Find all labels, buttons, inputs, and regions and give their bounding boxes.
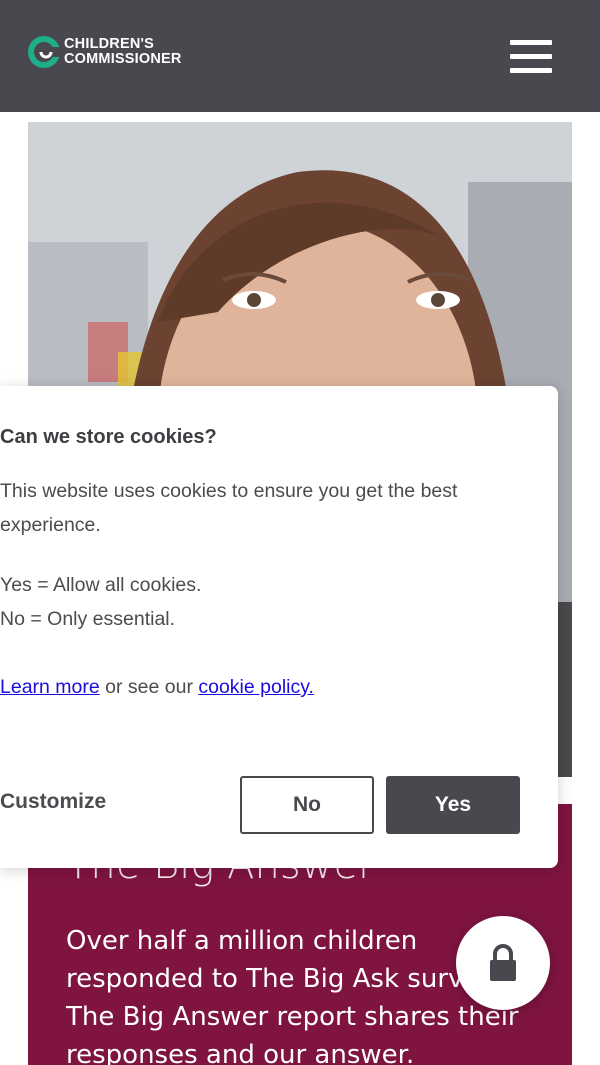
- cookie-policy-link[interactable]: cookie policy.: [198, 676, 314, 698]
- learn-more-link[interactable]: Learn more: [0, 676, 100, 698]
- customize-button[interactable]: Customize: [0, 790, 106, 814]
- cookie-no-explanation: No = Only essential.: [0, 608, 176, 630]
- logo-line-2: COMMISSIONER: [64, 51, 182, 67]
- hamburger-menu-icon[interactable]: [510, 40, 554, 74]
- lock-icon: [490, 944, 516, 981]
- or-see-text: or see our: [99, 676, 199, 698]
- cookie-description: This website uses cookies to ensure you …: [0, 480, 458, 536]
- logo-c-icon: [28, 36, 60, 68]
- cookie-consent-dialog: Can we store cookies? This website uses …: [0, 386, 558, 868]
- cookie-yes-explanation: Yes = Allow all cookies.: [0, 574, 202, 596]
- site-logo[interactable]: CHILDREN'S COMMISSIONER: [28, 36, 182, 68]
- cookie-yes-button[interactable]: Yes: [386, 776, 520, 834]
- cookie-no-button[interactable]: No: [240, 776, 374, 834]
- logo-line-1: CHILDREN'S: [64, 36, 155, 52]
- cookie-links: Learn more or see our cookie policy.: [0, 676, 314, 699]
- site-header: CHILDREN'S COMMISSIONER: [0, 0, 600, 112]
- cookie-title: Can we store cookies?: [0, 426, 217, 448]
- privacy-settings-button[interactable]: [456, 916, 550, 1010]
